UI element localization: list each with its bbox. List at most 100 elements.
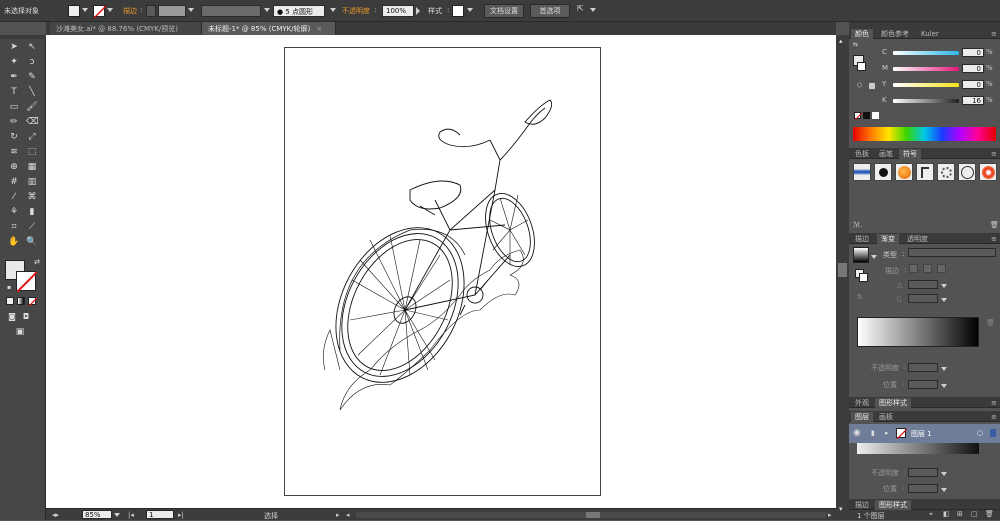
gradient-mode-button[interactable] [17,297,25,305]
white-color-chip[interactable] [872,112,879,119]
eraser-tool-icon[interactable]: ⌫ [26,117,39,127]
color-mode-button[interactable] [6,297,14,305]
tab-transparency[interactable]: 透明度 [903,234,932,244]
layer-opacity-dropdown-icon[interactable] [941,472,947,476]
swap-colors-icon[interactable]: ⇄ [31,257,43,267]
align-icon[interactable]: ⇱ [577,4,584,13]
gradient-position-dropdown-icon[interactable] [941,384,947,388]
artboard-tool-icon[interactable]: ⌗ [8,222,20,232]
default-colors-icon[interactable]: ▪ [3,283,15,293]
gradient-stroke-box[interactable] [859,273,868,282]
column-graph-tool-icon[interactable]: ▮ [26,207,38,217]
symbol-circle-pattern[interactable] [958,163,976,181]
stroke-label[interactable]: 描边 [123,6,137,16]
stroke-weight-dropdown-icon[interactable] [188,8,194,12]
brush-definition-field[interactable]: ● 5 点圆形 [273,5,325,17]
symbol-ink-splat[interactable] [874,163,892,181]
draw-normal-icon[interactable]: ◙ [6,312,18,322]
tab-artboards[interactable]: 画板 [875,412,897,422]
stroke-along-icon[interactable] [923,264,932,273]
gradient-opacity-field[interactable] [908,363,938,372]
tab-appearance[interactable]: 外观 [851,398,873,408]
symbol-blue-banner[interactable] [853,163,871,181]
symbol-bracket[interactable] [916,163,934,181]
gradient-opacity-dropdown-icon[interactable] [941,367,947,371]
locate-object-icon[interactable]: ⌖ [929,510,933,519]
tab-color[interactable]: 颜色 [851,29,873,39]
screen-mode-icon[interactable]: ▣ [14,327,26,337]
vertical-scrollbar[interactable]: ▴ ▾ [836,35,849,520]
black-slider[interactable] [893,99,959,103]
warp-tool-icon[interactable]: ≋ [8,147,20,157]
cyan-value[interactable]: 0 [962,48,984,57]
stroke-across-icon[interactable] [937,264,946,273]
aspect-dropdown-icon[interactable] [941,298,947,302]
layer-position-dropdown-icon[interactable] [941,488,947,492]
black-color-chip[interactable] [863,112,870,119]
tab-graphic-styles[interactable]: 图形样式 [875,398,911,408]
preferences-button[interactable]: 首选项 [530,4,570,18]
stroke-within-icon[interactable] [909,264,918,273]
new-sublayer-icon[interactable]: ⊞ [957,510,963,518]
scroll-down-icon[interactable]: ▾ [839,505,843,513]
line-tool-icon[interactable]: ╲ [26,87,38,97]
gradient-preview-swatch[interactable] [853,247,869,263]
panel-menu-icon[interactable]: ≡ [987,29,1000,39]
bicycle-outline-artwork[interactable] [300,80,560,440]
gradient-preset-dropdown-icon[interactable] [871,255,877,259]
vertical-scroll-thumb[interactable] [838,263,847,277]
layer-opacity-field[interactable] [908,468,938,477]
slice-tool-icon[interactable]: ⟋ [26,222,38,232]
close-tab-icon[interactable]: × [316,25,322,33]
tab-graphic-styles-bottom[interactable]: 图形样式 [875,500,911,510]
tab-stroke-bottom[interactable]: 描边 [851,500,873,510]
free-transform-tool-icon[interactable]: ⬚ [26,147,38,157]
black-value[interactable]: 16 [962,96,984,105]
zoom-tool-icon[interactable]: 🔍 [26,237,38,247]
reverse-gradient-icon[interactable]: ⇅ [857,293,863,301]
scale-tool-icon[interactable]: ⤢ [26,132,38,142]
shape-builder-tool-icon[interactable]: ⊕ [8,162,20,172]
gradient-slider-bar[interactable] [857,317,979,347]
stroke-dropdown-icon[interactable] [107,8,113,12]
clipping-mask-icon[interactable]: ◧ [943,510,950,518]
document-tab-2[interactable]: 未标题-1* @ 85% (CMYK/轮廓) × [202,22,336,35]
opacity-label[interactable]: 不透明度 [342,6,370,16]
symbol-wreath[interactable] [937,163,955,181]
pen-tool-icon[interactable]: ✒ [8,72,20,82]
tab-symbols[interactable]: 符号 [899,149,921,159]
stroke-swatch[interactable] [93,5,106,18]
stroke-color-box[interactable] [16,271,37,292]
opacity-field[interactable]: 100% [382,5,414,17]
scroll-up-icon[interactable]: ▴ [839,37,843,45]
magic-wand-tool-icon[interactable]: ✦ [8,57,20,67]
horizontal-scroll-thumb[interactable] [586,512,600,518]
blend-tool-icon[interactable]: ⌘ [26,192,38,202]
rectangle-tool-icon[interactable]: ▭ [8,102,20,112]
zoom-field[interactable]: 85% [82,510,112,519]
scroll-right-icon[interactable]: ▸ [828,511,832,519]
style-dropdown-icon[interactable] [467,8,473,12]
document-tab-1[interactable]: 沙滩美女.ai* @ 88.76% (CMYK/预览) [50,22,202,35]
new-layer-icon[interactable]: ▢ [971,510,978,518]
none-mode-button[interactable] [28,297,37,306]
symbol-red-flower[interactable] [979,163,997,181]
magenta-value[interactable]: 0 [962,64,984,73]
layer-position-field[interactable] [908,484,938,493]
status-arrow-icon[interactable]: ▸ [336,511,340,519]
gradient-tool-icon[interactable]: ▥ [26,177,38,187]
tab-layers[interactable]: 图层 [851,412,873,422]
swap-fill-stroke-icon[interactable]: ⇆ [853,41,858,48]
symbol-orange-sphere[interactable] [895,163,913,181]
layer-name[interactable]: 图层 1 [911,429,932,439]
draw-behind-icon[interactable]: ◘ [20,312,32,322]
gradient-type-dropdown[interactable] [908,248,996,257]
lasso-tool-icon[interactable]: ↄ [26,57,38,67]
toolbox-grip[interactable] [0,35,46,39]
delete-stop-icon[interactable]: 🗑 [986,319,995,327]
first-page-icon[interactable]: |◂ [128,511,134,519]
color-stroke-box[interactable] [857,62,866,71]
document-setup-button[interactable]: 文档设置 [484,4,524,18]
more-options-dropdown-icon[interactable] [590,8,596,12]
hand-tool-icon[interactable]: ✋ [8,237,20,247]
